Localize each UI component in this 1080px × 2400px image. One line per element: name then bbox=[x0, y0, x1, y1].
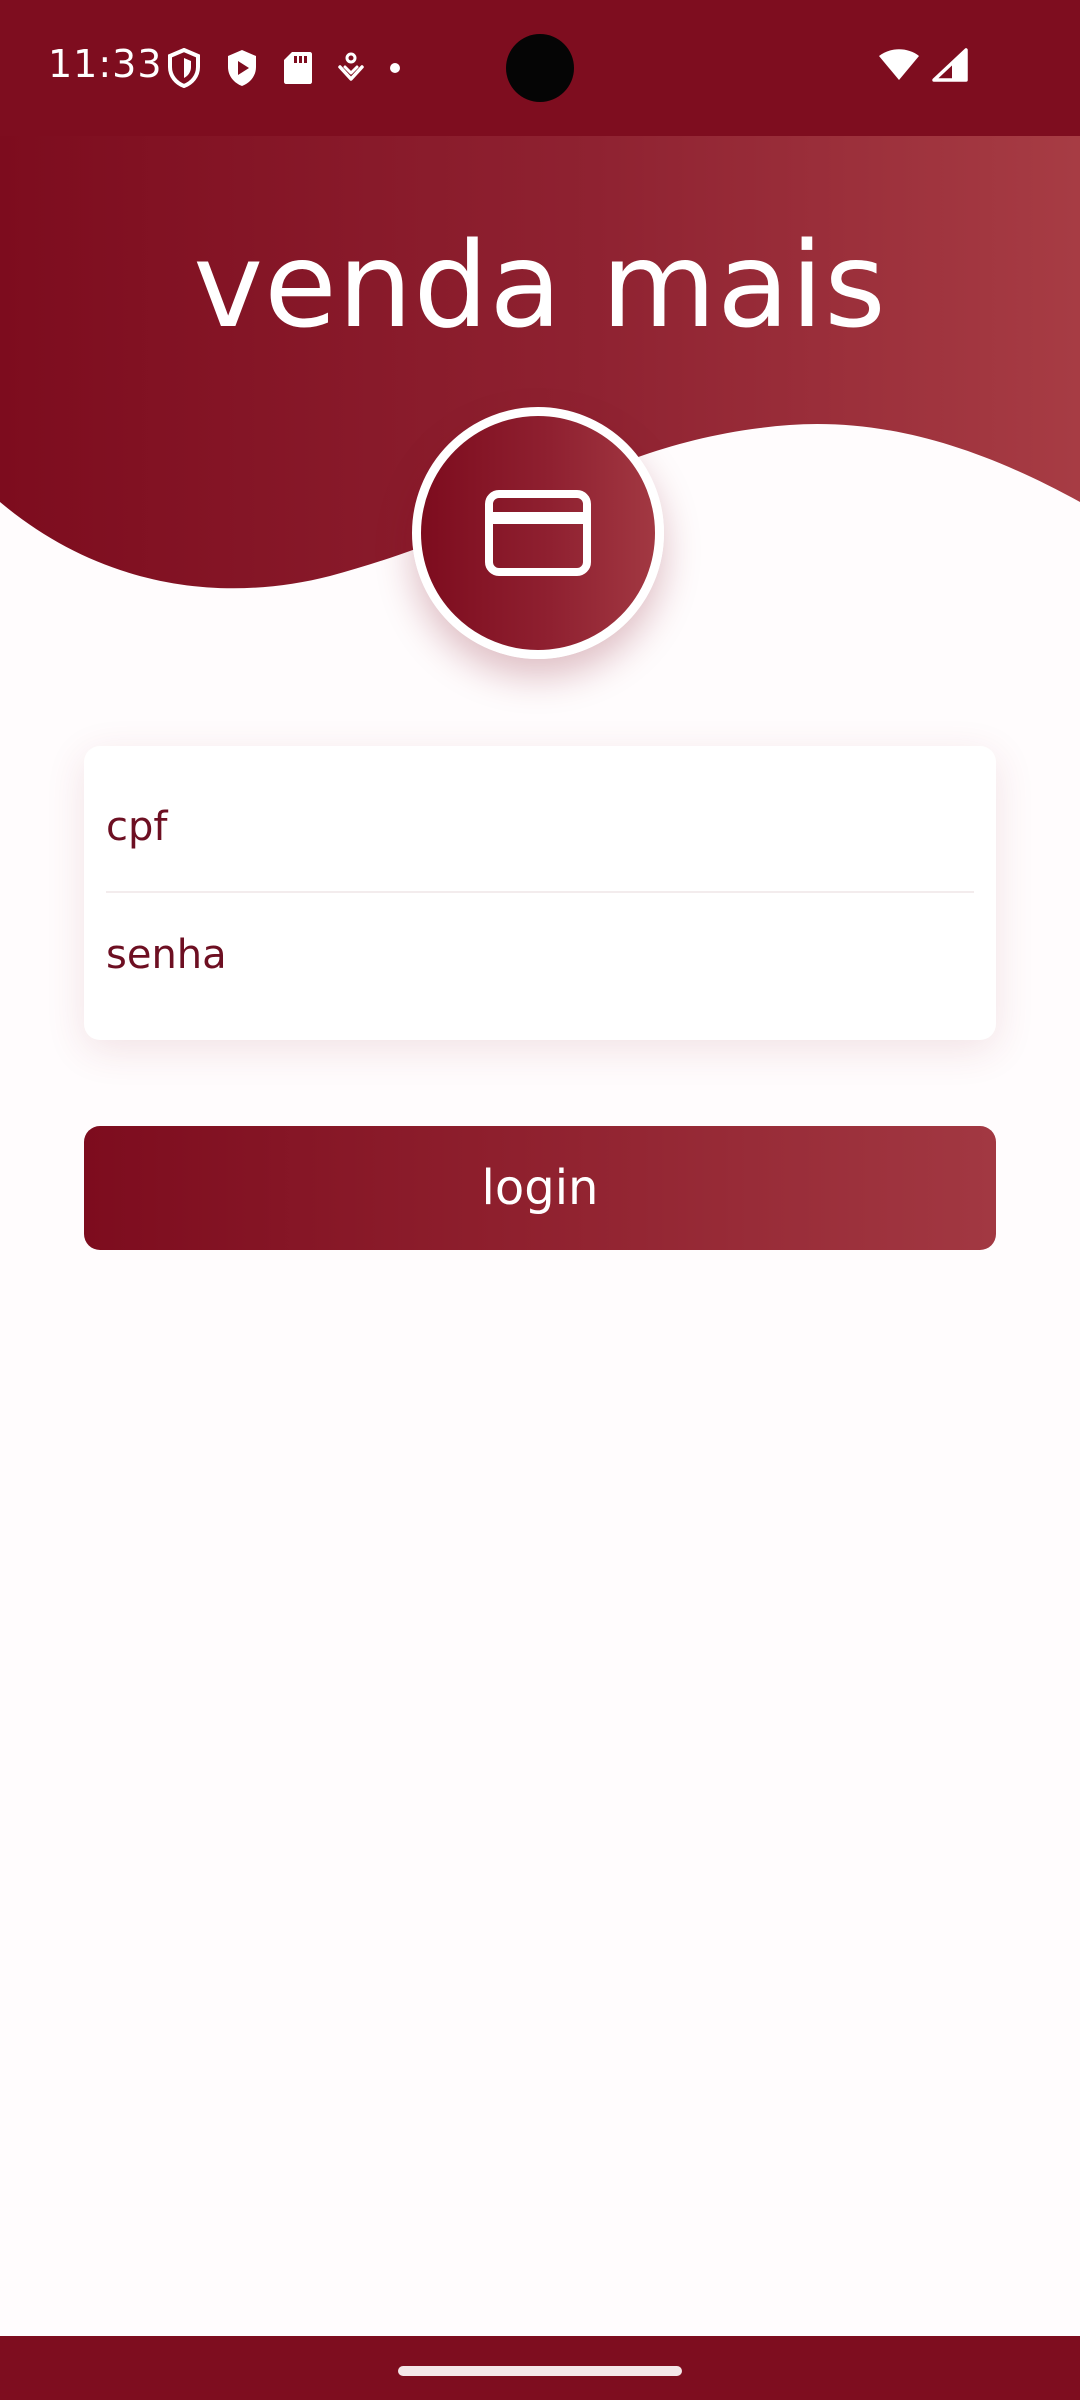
credit-card-icon bbox=[485, 490, 591, 576]
sd-card-icon bbox=[284, 52, 312, 84]
front-camera-cutout bbox=[506, 34, 574, 102]
status-time: 11:33 bbox=[48, 42, 163, 86]
cpf-input[interactable] bbox=[106, 772, 974, 882]
login-screen: 11:33 venda mais cpf login bbox=[0, 0, 1080, 2400]
app-notification-icon bbox=[338, 52, 364, 81]
login-button[interactable]: login bbox=[84, 1126, 996, 1250]
cellular-signal-icon bbox=[932, 48, 968, 82]
login-form-card bbox=[84, 746, 996, 1040]
system-icons bbox=[878, 48, 968, 82]
status-bar: 11:33 bbox=[0, 0, 1080, 136]
wifi-icon bbox=[879, 49, 919, 80]
play-protect-icon bbox=[228, 50, 256, 86]
more-notifications-dot-icon bbox=[390, 63, 400, 73]
app-title: venda mais bbox=[193, 216, 887, 354]
home-gesture-handle[interactable] bbox=[398, 2366, 682, 2376]
notification-icons bbox=[166, 48, 402, 88]
password-input[interactable] bbox=[106, 900, 974, 1010]
field-divider bbox=[106, 891, 974, 893]
app-logo bbox=[412, 407, 664, 659]
navigation-bar bbox=[0, 2336, 1080, 2400]
vpn-shield-icon bbox=[168, 48, 200, 88]
